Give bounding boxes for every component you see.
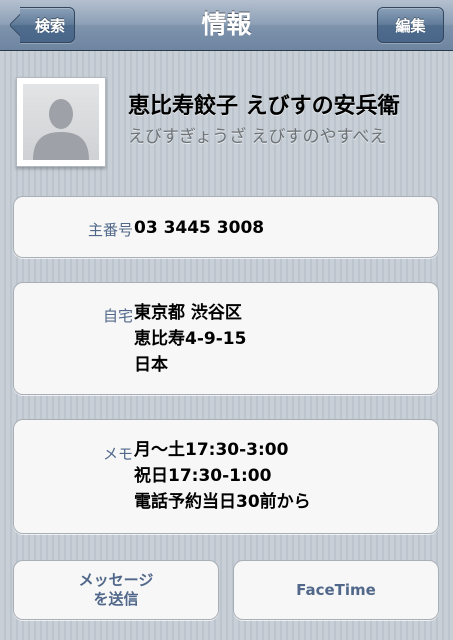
- memo-row[interactable]: メモ 月〜土17:30-3:00 祝日17:30-1:00 電話予約当日30前か…: [13, 419, 439, 534]
- memo-label: メモ: [102, 445, 133, 463]
- phone-value: 03 3445 3008: [134, 218, 265, 238]
- address-line: 恵比寿4-9-15: [134, 329, 247, 349]
- memo-value: 月〜土17:30-3:00 祝日17:30-1:00 電話予約当日30前から: [134, 437, 311, 515]
- avatar[interactable]: [16, 77, 106, 167]
- address-line: 日本: [134, 355, 168, 375]
- facetime-button[interactable]: FaceTime: [233, 560, 439, 620]
- memo-line: 月〜土17:30-3:00: [134, 440, 289, 460]
- send-message-button[interactable]: メッセージ を送信: [13, 560, 219, 620]
- address-value: 東京都 渋谷区 恵比寿4-9-15 日本: [134, 300, 246, 378]
- edit-button[interactable]: 編集: [377, 7, 444, 43]
- contact-reading: えびすぎょうざ えびすのやすべえ: [128, 127, 387, 147]
- navigation-bar: 検索 情報 編集: [0, 0, 453, 51]
- address-label: 自宅: [102, 307, 133, 325]
- memo-line: 祝日17:30-1:00: [134, 466, 272, 486]
- send-message-label-line: を送信: [93, 590, 139, 608]
- phone-label: 主番号: [87, 221, 133, 239]
- phone-row[interactable]: 主番号 03 3445 3008: [13, 196, 439, 258]
- person-silhouette-icon: [23, 84, 99, 160]
- send-message-label-line: メッセージ: [78, 571, 154, 589]
- address-row[interactable]: 自宅 東京都 渋谷区 恵比寿4-9-15 日本: [13, 282, 439, 395]
- contact-name: 恵比寿餃子 えびすの安兵衛: [128, 94, 400, 119]
- address-line: 東京都 渋谷区: [134, 303, 242, 323]
- memo-line: 電話予約当日30前から: [134, 492, 311, 512]
